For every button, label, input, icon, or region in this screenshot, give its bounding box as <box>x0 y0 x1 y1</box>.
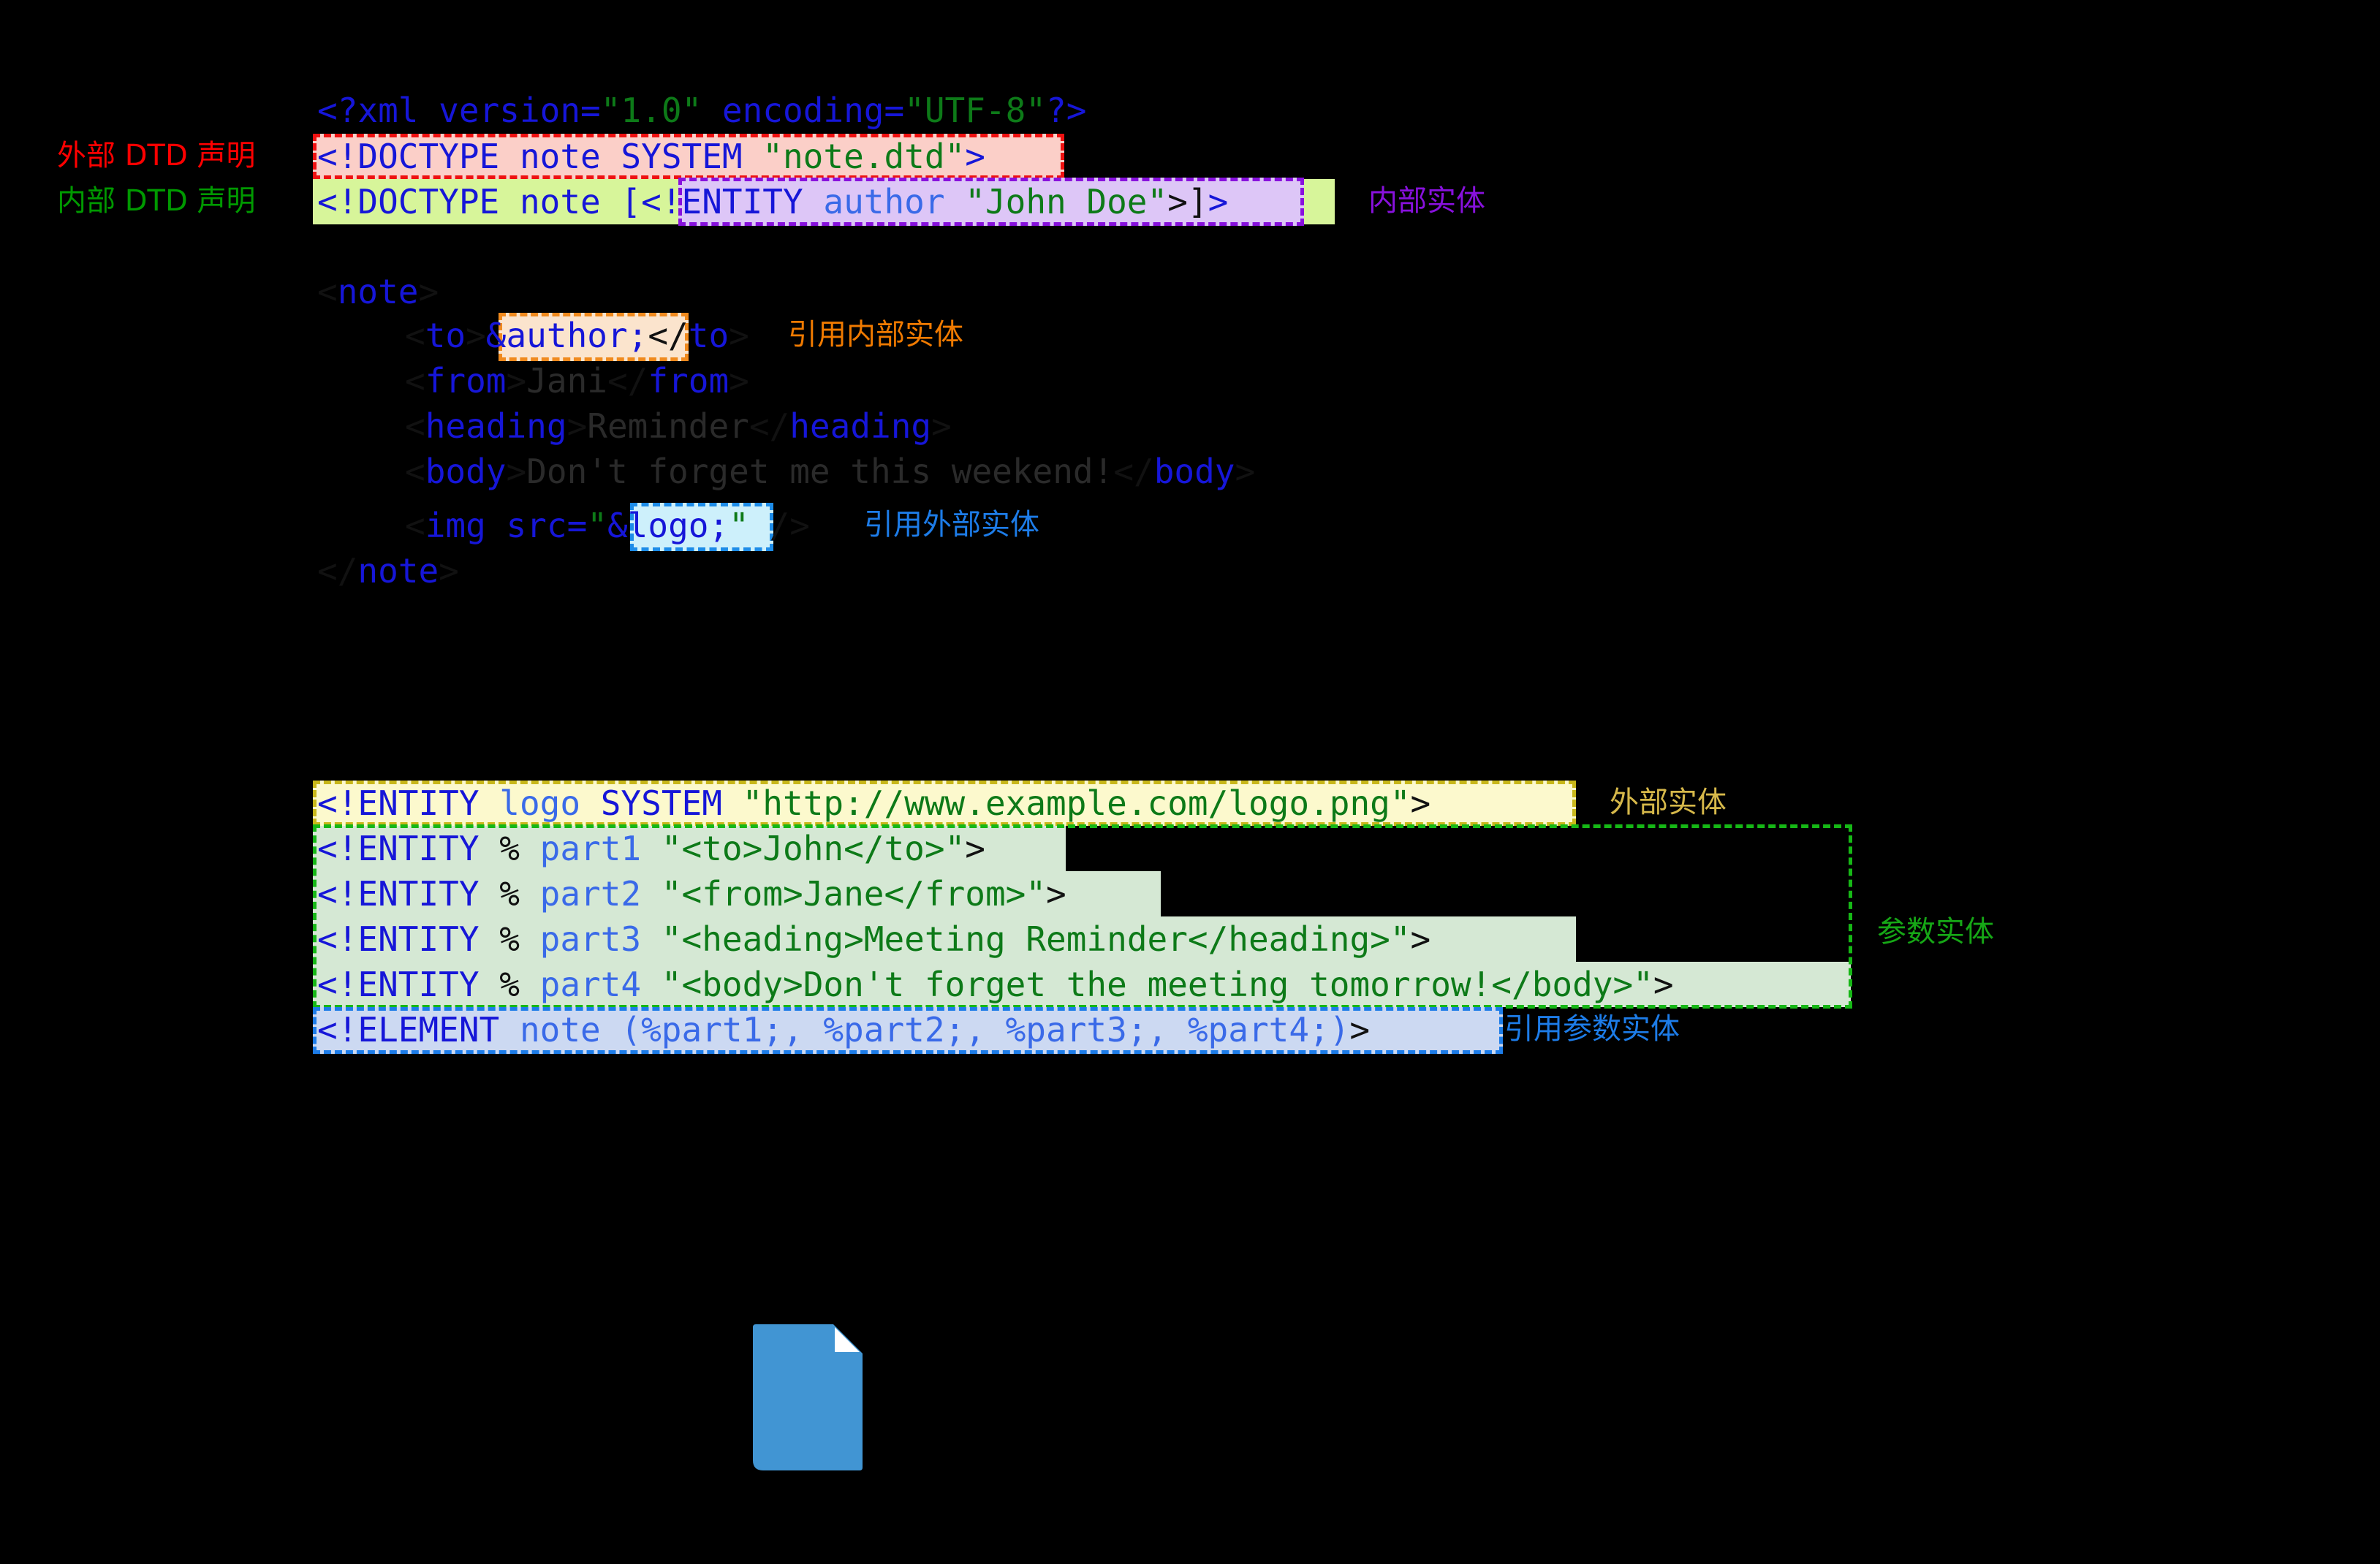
document-file-icon <box>753 1324 863 1470</box>
icon-layer <box>0 0 2380 1564</box>
